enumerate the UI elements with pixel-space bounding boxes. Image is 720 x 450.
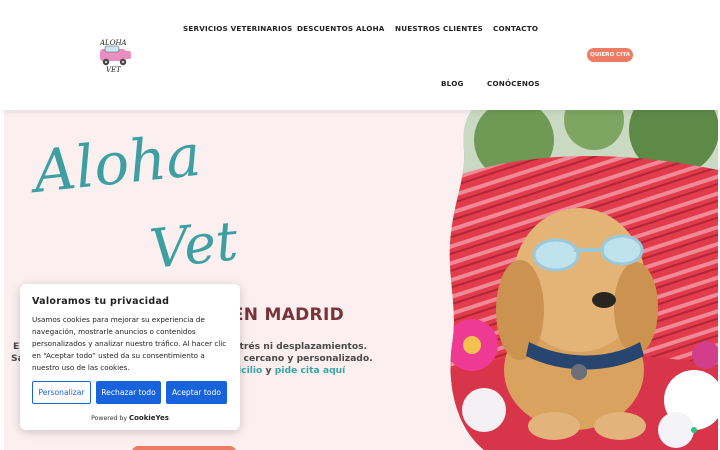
nav-descuentos-aloha[interactable]: DESCUENTOS ALOHA (297, 24, 385, 33)
nav-nuestros-clientes[interactable]: NUESTROS CLIENTES (395, 24, 483, 33)
hero-script-heading: Aloha Vet (25, 121, 241, 281)
script-vet: Vet (147, 209, 241, 281)
nav-contacto[interactable]: CONTACTO (493, 24, 538, 33)
cookieyes-logo[interactable]: CookieYes (129, 414, 169, 422)
status-dot (691, 427, 697, 433)
nav-servicios-veterinarios[interactable]: SERVICIOS VETERINARIOS (183, 24, 293, 33)
page: ALOHA VET SERVICIOS VETERINARIOS DESCUEN… (0, 0, 720, 450)
pide-cita-link[interactable]: pide cita aquí (275, 365, 346, 376)
hero-line1: strés ni desplazamientos. (234, 341, 368, 352)
hero-line3-mid: y (262, 365, 275, 376)
cookie-title: Valoramos tu privacidad (32, 296, 170, 307)
script-aloha: Aloha (25, 121, 203, 207)
hero-cta-button[interactable] (132, 446, 236, 450)
svg-text:VET: VET (106, 66, 122, 74)
quiero-cita-button[interactable]: QUIERO CITA (587, 48, 633, 62)
nav-conocenos[interactable]: CONÓCENOS (487, 79, 540, 88)
powered-by: Powered by CookieYes (20, 414, 240, 422)
hero-dog-photo (449, 110, 718, 450)
cookie-reject-button[interactable]: Rechazar todo (96, 381, 161, 404)
hero-line3: icilio y pide cita aquí (238, 365, 345, 376)
hero-line2: o cercano y personalizado. (234, 353, 373, 364)
cookie-consent-dialog: Valoramos tu privacidad Usamos cookies p… (20, 284, 240, 430)
cookie-description: Usamos cookies para mejorar su experienc… (32, 315, 227, 372)
powered-prefix: Powered by (91, 415, 127, 422)
nav-blog[interactable]: BLOG (441, 79, 464, 88)
domicilio-link[interactable]: icilio (238, 365, 262, 376)
hero-line1-left: E (13, 341, 20, 352)
aloha-vet-logo[interactable]: ALOHA VET (92, 36, 138, 74)
cookie-customize-button[interactable]: Personalizar (32, 381, 91, 404)
site-header: ALOHA VET SERVICIOS VETERINARIOS DESCUEN… (0, 0, 720, 110)
cookie-accept-button[interactable]: Aceptar todo (166, 381, 227, 404)
